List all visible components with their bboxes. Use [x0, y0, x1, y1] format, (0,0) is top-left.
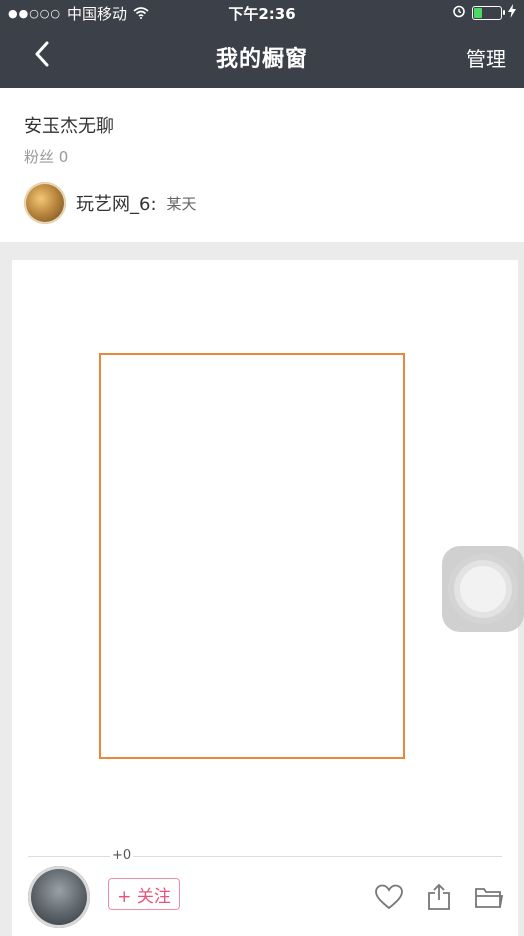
bolt-icon: [508, 4, 516, 22]
like-button[interactable]: [374, 884, 404, 914]
username: 玩艺网_6:: [76, 194, 157, 215]
plus-count: +0: [110, 848, 134, 863]
assistive-touch-icon: [460, 566, 506, 612]
profile-name: 安玉杰无聊: [24, 116, 114, 137]
image-placeholder[interactable]: [99, 353, 405, 759]
assistive-touch-button[interactable]: [442, 546, 524, 632]
status-time: 下午2:36: [228, 5, 296, 23]
status-bar: ●●○○○ 中国移动 下午2:36: [0, 0, 524, 24]
folder-icon: [474, 885, 504, 913]
user-row[interactable]: 玩艺网_6: 某天: [24, 182, 197, 224]
manage-button[interactable]: 管理: [466, 43, 506, 72]
divider: [28, 856, 502, 857]
status-right: [452, 4, 516, 22]
page-title: 我的橱窗: [215, 47, 308, 72]
profile-header: 安玉杰无聊 粉丝 0 玩艺网_6: 某天: [0, 88, 524, 242]
author-avatar[interactable]: [28, 866, 90, 928]
alarm-icon: [452, 4, 466, 22]
share-icon: [426, 883, 452, 915]
fans-count: 粉丝 0: [24, 148, 69, 166]
card-actions: [374, 883, 504, 915]
top-bar: ●●○○○ 中国移动 下午2:36 我的橱窗 管理: [0, 0, 524, 88]
nav-bar: 我的橱窗 管理: [0, 24, 524, 88]
follow-button[interactable]: + 关注: [108, 878, 180, 910]
battery-icon: [472, 6, 505, 20]
post-time: 某天: [166, 194, 197, 213]
share-button[interactable]: [424, 883, 454, 915]
avatar[interactable]: [24, 182, 66, 224]
heart-icon: [375, 884, 403, 914]
collect-button[interactable]: [474, 884, 504, 914]
